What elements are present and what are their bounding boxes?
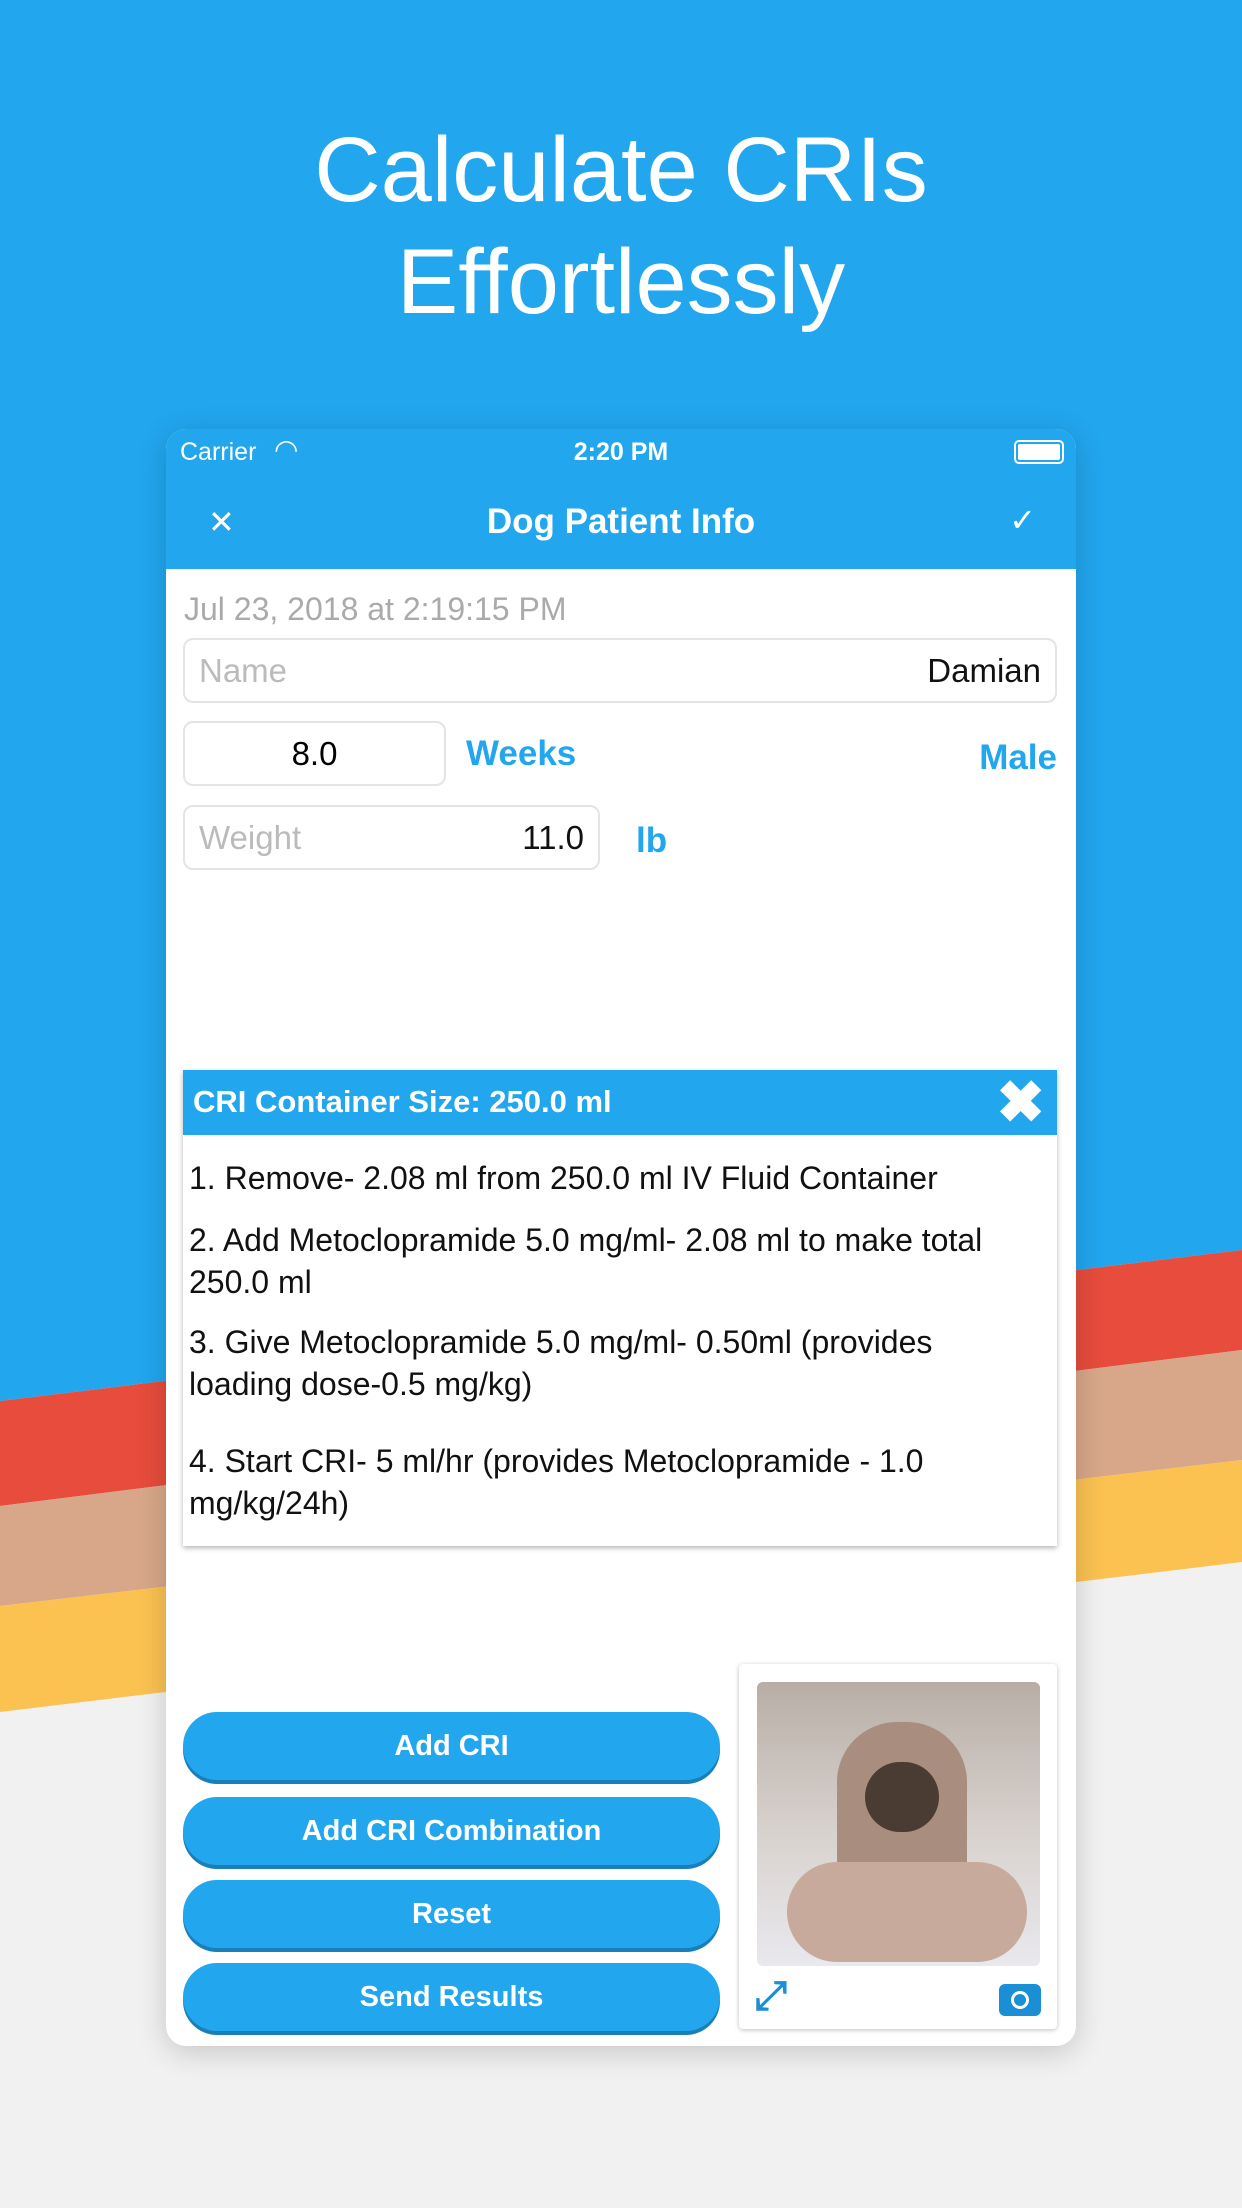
checkmark-icon[interactable]: ✓ [1009,501,1036,539]
weight-unit-selector[interactable]: lb [636,821,667,861]
age-unit-selector[interactable]: Weeks [466,734,576,774]
headline-line-1: Calculate CRIs [314,119,928,221]
patient-photo-card: ⤢ [739,1664,1057,2029]
cri-step: 2. Add Metoclopramide 5.0 mg/ml- 2.08 ml… [189,1222,983,1300]
status-bar: Carrier ◠ 2:20 PM [166,429,1076,477]
weight-placeholder: Weight [199,818,302,856]
cri-card-header: CRI Container Size: 250.0 ml ✖ [183,1070,1057,1135]
cri-step: 4. Start CRI- 5 ml/hr (provides Metoclop… [189,1443,924,1521]
patient-photo[interactable] [757,1682,1040,1966]
age-value: 8.0 [291,734,338,772]
close-icon[interactable]: ✕ [208,503,235,541]
battery-icon [1014,440,1064,464]
name-value: Damian [927,651,1041,689]
camera-icon[interactable] [999,1984,1041,2016]
timestamp: Jul 23, 2018 at 2:19:15 PM [184,591,567,627]
cri-step: 1. Remove- 2.08 ml from 250.0 ml IV Flui… [189,1160,938,1196]
sex-selector[interactable]: Male [979,738,1057,778]
remove-cri-icon[interactable]: ✖ [996,1068,1045,1136]
reset-button[interactable]: Reset [183,1880,720,1948]
nav-bar: ✕ Dog Patient Info ✓ [166,477,1076,569]
phone-screen: Carrier ◠ 2:20 PM ✕ Dog Patient Info ✓ J… [166,429,1076,2046]
name-input[interactable]: Name Damian [183,638,1057,703]
age-input[interactable]: 8.0 [183,721,446,786]
cri-card-title: CRI Container Size: 250.0 ml [193,1084,612,1119]
cri-result-card: CRI Container Size: 250.0 ml ✖ 1. Remove… [183,1070,1057,1546]
headline-line-2: Effortlessly [396,231,846,333]
add-cri-button[interactable]: Add CRI [183,1712,720,1780]
expand-icon[interactable]: ⤢ [755,1974,787,2019]
add-cri-combination-button[interactable]: Add CRI Combination [183,1797,720,1865]
name-placeholder: Name [199,651,288,689]
weight-value: 11.0 [522,818,584,856]
cri-step: 3. Give Metoclopramide 5.0 mg/ml- 0.50ml… [189,1324,933,1402]
nav-title: Dog Patient Info [486,502,756,541]
weight-input[interactable]: Weight 11.0 [183,805,600,870]
status-time: 2:20 PM [573,438,669,466]
send-results-button[interactable]: Send Results [183,1963,720,2031]
